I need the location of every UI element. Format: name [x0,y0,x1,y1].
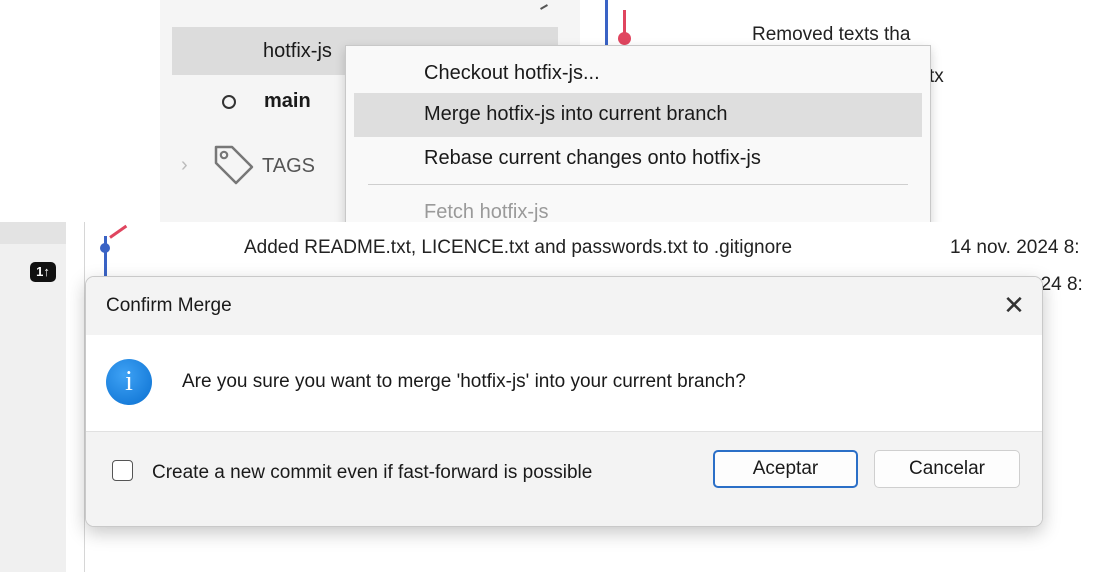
sidebar-divider [540,4,548,10]
commit-message: tx [929,66,944,87]
dialog-title: Confirm Merge [106,295,232,316]
commit-date: 14 nov. 2024 8: [950,237,1080,258]
left-toolbar-header [0,222,66,244]
sidebar-item-label: hotfix-js [263,40,332,62]
commit-message: Removed texts tha [752,24,911,45]
dialog-footer: Create a new commit even if fast-forward… [86,431,1042,526]
ok-button[interactable]: Aceptar [713,450,858,488]
menu-item-rebase[interactable]: Rebase current changes onto hotfix-js [354,137,922,181]
tag-icon [214,145,254,185]
cancel-button[interactable]: Cancelar [874,450,1020,488]
dialog-message: Are you sure you want to merge 'hotfix-j… [182,371,746,392]
menu-item-label: Merge hotfix-js into current branch [424,103,728,125]
checkbox-icon[interactable] [112,460,133,481]
graph-edge [109,224,128,239]
dialog-body: i Are you sure you want to merge 'hotfix… [86,335,1042,431]
confirm-merge-dialog: Confirm Merge ✕ i Are you sure you want … [85,276,1043,527]
fast-forward-checkbox-label[interactable]: Create a new commit even if fast-forward… [152,460,622,485]
sidebar-item-main[interactable]: main [264,90,311,113]
chevron-right-icon[interactable]: › [181,154,188,177]
commit-message[interactable]: Added README.txt, LICENCE.txt and passwo… [244,237,792,259]
branch-context-menu: Checkout hotfix-js... Merge hotfix-js in… [345,45,931,229]
menu-item-merge[interactable]: Merge hotfix-js into current branch [354,93,922,137]
commit-dot [100,243,110,253]
sidebar-section-tags[interactable]: TAGS [262,155,315,178]
menu-separator [368,184,908,185]
graph-lane [104,236,107,276]
close-icon[interactable]: ✕ [996,287,1032,323]
menu-item-label: Fetch hotfix-js [424,201,549,223]
commit-dot [618,32,631,45]
menu-item-label: Checkout hotfix-js... [424,62,600,84]
menu-item-checkout[interactable]: Checkout hotfix-js... [354,52,922,96]
branch-context-snippet: hotfix-js main › TAGS Removed texts tha … [0,0,1098,229]
push-count-badge[interactable]: 1↑ [30,262,56,282]
left-toolbar: 1↑ [0,222,66,572]
info-icon: i [106,359,152,405]
dialog-title-bar: Confirm Merge ✕ [86,277,1042,335]
circle-icon [222,95,236,109]
menu-item-label: Rebase current changes onto hotfix-js [424,147,761,169]
